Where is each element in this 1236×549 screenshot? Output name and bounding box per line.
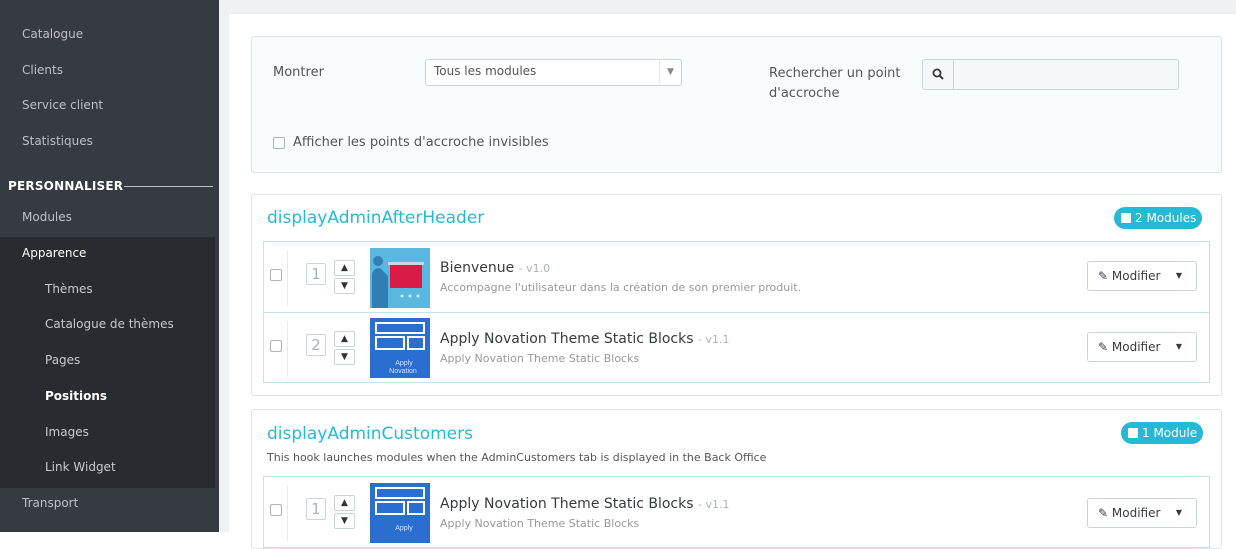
hook-description: This hook launches modules when the Admi…	[267, 451, 767, 464]
move-down-icon[interactable]: ▼	[334, 513, 355, 529]
module-count-badge: 1 Module	[1121, 422, 1204, 444]
sidebar-item-modules[interactable]: Modules	[22, 210, 72, 224]
show-invisible-checkbox[interactable]	[273, 137, 285, 149]
sidebar-item-service-client[interactable]: Service client	[22, 98, 103, 112]
module-version: - v1.1	[697, 333, 730, 346]
move-down-icon[interactable]: ▼	[334, 349, 355, 365]
module-description: Apply Novation Theme Static Blocks	[440, 517, 640, 530]
module-row: 1 ▲ ▼ Bienvenue - v1.0 Accompagne l'util…	[263, 241, 1210, 313]
module-version: - v1.0	[518, 262, 551, 275]
chevron-down-icon: ▼	[659, 60, 681, 85]
sidebar-item-clients[interactable]: Clients	[22, 63, 63, 77]
search-label-line1: Rechercher un point	[769, 66, 901, 81]
modifier-button[interactable]: ✎ Modifier ▼	[1087, 498, 1197, 528]
module-row: 1 ▲ ▼ Apply Apply Novation Theme Static …	[263, 476, 1210, 548]
pencil-icon: ✎	[1098, 506, 1109, 520]
sidebar-active-group	[0, 237, 215, 488]
row-divider	[287, 250, 288, 306]
filter-panel	[251, 36, 1222, 173]
search-label-line2: d'accroche	[769, 86, 840, 101]
pencil-icon: ✎	[1098, 269, 1109, 283]
module-name: Bienvenue - v1.0	[440, 260, 551, 276]
caret-down-icon[interactable]: ▼	[1176, 333, 1182, 361]
show-label: Montrer	[273, 65, 324, 80]
position-number: 1	[306, 498, 326, 520]
module-description: Accompagne l'utilisateur dans la créatio…	[440, 281, 802, 294]
sidebar-subitem-catalogue-themes[interactable]: Catalogue de thèmes	[45, 317, 174, 331]
bienvenue-logo	[370, 248, 430, 308]
sidebar-nav: Catalogue Clients Service client Statist…	[0, 0, 219, 532]
module-name: Apply Novation Theme Static Blocks - v1.…	[440, 331, 730, 347]
sidebar-section-divider	[124, 186, 213, 187]
sidebar-subitem-link-widget[interactable]: Link Widget	[45, 460, 116, 474]
caret-down-icon[interactable]: ▼	[1176, 499, 1182, 527]
move-down-icon[interactable]: ▼	[334, 278, 355, 294]
caret-down-icon[interactable]: ▼	[1176, 262, 1182, 290]
sidebar-item-statistiques[interactable]: Statistiques	[22, 134, 93, 148]
sidebar-subitem-pages[interactable]: Pages	[45, 353, 80, 367]
module-description: Apply Novation Theme Static Blocks	[440, 352, 640, 365]
row-checkbox[interactable]	[270, 504, 282, 516]
module-count-badge: 2 Modules	[1114, 207, 1203, 229]
position-number: 2	[306, 334, 326, 356]
search-icon[interactable]	[922, 59, 954, 90]
show-invisible-label: Afficher les points d'accroche invisible…	[293, 135, 549, 150]
row-checkbox[interactable]	[270, 340, 282, 352]
module-filter-select[interactable]: Tous les modules ▼	[425, 59, 682, 86]
sidebar-subitem-positions[interactable]: Positions	[45, 389, 107, 403]
search-input[interactable]	[953, 59, 1179, 90]
hook-title[interactable]: displayAdminAfterHeader	[267, 208, 484, 228]
sidebar-item-catalogue[interactable]: Catalogue	[22, 27, 83, 41]
modifier-button[interactable]: ✎ Modifier ▼	[1087, 332, 1197, 362]
modifier-button[interactable]: ✎ Modifier ▼	[1087, 261, 1197, 291]
svg-text:Apply: Apply	[395, 360, 413, 367]
sidebar-section-personnaliser: PERSONNALISER	[8, 179, 124, 193]
sidebar-item-transport[interactable]: Transport	[22, 496, 78, 510]
move-up-icon[interactable]: ▲	[334, 495, 355, 511]
pencil-icon: ✎	[1098, 340, 1109, 354]
sidebar-subitem-themes[interactable]: Thèmes	[45, 282, 93, 296]
module-version: - v1.1	[697, 498, 730, 511]
move-up-icon[interactable]: ▲	[334, 260, 355, 276]
sidebar-item-apparence[interactable]: Apparence	[22, 246, 86, 260]
row-checkbox[interactable]	[270, 269, 282, 281]
row-divider	[287, 485, 288, 541]
move-up-icon[interactable]: ▲	[334, 331, 355, 347]
svg-text:Apply: Apply	[395, 525, 413, 532]
select-value: Tous les modules	[434, 64, 537, 78]
position-number: 1	[306, 263, 326, 285]
svg-text:Novation: Novation	[389, 368, 417, 375]
sidebar-subitem-images[interactable]: Images	[45, 425, 89, 439]
row-divider	[287, 321, 288, 377]
novation-logo: Apply	[370, 483, 430, 543]
hook-title[interactable]: displayAdminCustomers	[267, 424, 473, 444]
novation-logo: Apply Novation	[370, 318, 430, 378]
module-row: 2 ▲ ▼ Apply Novation Apply Novation Them…	[263, 312, 1210, 383]
module-name: Apply Novation Theme Static Blocks - v1.…	[440, 496, 730, 512]
